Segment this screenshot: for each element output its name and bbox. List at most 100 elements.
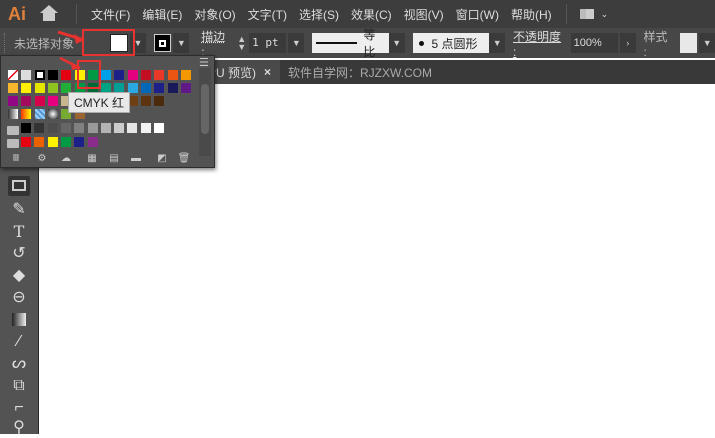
brush-dropdown[interactable]: ▼: [489, 33, 506, 53]
annotation-arrows: [57, 30, 85, 70]
delete-icon[interactable]: 🗑: [177, 153, 191, 164]
variable-width-profile[interactable]: 等比: [312, 28, 389, 59]
swatch[interactable]: [153, 69, 166, 81]
stroke-stepper[interactable]: ▲ ▼: [237, 35, 249, 52]
gray-swatch[interactable]: [33, 122, 46, 134]
stroke-weight-input[interactable]: 1 pt: [249, 33, 287, 53]
menu-select[interactable]: 选择(S): [293, 6, 345, 23]
stroke-label: 描边 :: [201, 29, 226, 59]
swatch[interactable]: [33, 82, 46, 94]
blend-icon[interactable]: ᔕ: [8, 354, 30, 374]
swatch[interactable]: [140, 82, 152, 94]
swatch[interactable]: [126, 69, 139, 81]
zoom-icon[interactable]: ⚲: [8, 418, 30, 438]
gray-swatch[interactable]: [59, 122, 72, 134]
folder-icon[interactable]: ▬: [129, 153, 143, 164]
swatch[interactable]: [140, 95, 152, 107]
new-swatch-icon[interactable]: ◩: [155, 153, 169, 164]
gray-swatch[interactable]: [73, 122, 86, 134]
swatch[interactable]: [20, 82, 33, 94]
close-icon[interactable]: ×: [264, 65, 271, 79]
chevron-down-icon: ⌄: [600, 8, 609, 19]
swatch-tooltip: CMYK 红: [68, 92, 131, 113]
swatch[interactable]: [179, 69, 192, 81]
group-swatch[interactable]: [20, 136, 32, 148]
stroke-weight-dropdown[interactable]: ▼: [288, 33, 305, 53]
swatch-libraries-icon[interactable]: Ⅲ: [9, 153, 23, 164]
shape-builder-icon[interactable]: ⊖: [8, 288, 30, 308]
menu-view[interactable]: 视图(V): [398, 6, 450, 23]
scrollbar-thumb[interactable]: [201, 84, 209, 134]
brush-definition[interactable]: 5 点圆形: [412, 33, 490, 53]
crop-icon[interactable]: ⌐: [8, 398, 30, 418]
gray-swatch[interactable]: [153, 122, 165, 134]
menu-edit[interactable]: 编辑(E): [136, 6, 188, 23]
folder-icon: [7, 126, 19, 135]
group-swatch[interactable]: [59, 136, 72, 148]
rotate-icon[interactable]: ↺: [8, 244, 30, 264]
style-dropdown[interactable]: ▼: [699, 33, 715, 53]
swatch[interactable]: [140, 69, 152, 81]
eraser-icon[interactable]: ◆: [8, 266, 30, 286]
group-swatch[interactable]: [86, 136, 99, 148]
rectangle-tool[interactable]: [8, 176, 30, 196]
stroke-dropdown[interactable]: ▼: [173, 33, 190, 53]
live-paint-icon[interactable]: ⧉: [8, 376, 30, 396]
workspace-switcher[interactable]: ⌄: [578, 8, 609, 20]
swatch[interactable]: [20, 95, 33, 107]
gradient-swatch[interactable]: [7, 108, 19, 120]
menu-window[interactable]: 窗口(W): [450, 6, 505, 23]
opacity-input[interactable]: 100%: [570, 33, 618, 53]
brush-label: 5 点圆形: [431, 36, 478, 51]
profile-dropdown[interactable]: ▼: [388, 33, 405, 53]
menu-type[interactable]: 文字(T): [242, 6, 293, 23]
profile-label: 等比: [363, 28, 376, 59]
eyedropper-icon[interactable]: ⁄: [8, 332, 30, 352]
swatch[interactable]: [46, 82, 59, 94]
gray-swatch[interactable]: [99, 122, 112, 134]
swatch[interactable]: [33, 95, 46, 107]
scrollbar[interactable]: [199, 68, 211, 156]
swatch-kind-icon[interactable]: ⚙: [35, 153, 49, 164]
swatch[interactable]: [7, 82, 19, 94]
gray-swatch[interactable]: [46, 122, 59, 134]
swatch[interactable]: [46, 95, 59, 107]
folder-icon: [7, 139, 19, 148]
gradient-swatch[interactable]: [20, 108, 33, 120]
cloud-icon[interactable]: ☁: [59, 153, 73, 164]
opacity-label[interactable]: 不透明度 :: [513, 28, 567, 59]
gradient-swatch[interactable]: [33, 108, 46, 120]
divider: [565, 4, 567, 24]
stroke-swatch[interactable]: [153, 34, 172, 52]
menu-effect[interactable]: 效果(C): [345, 6, 398, 23]
pattern-swatch[interactable]: [46, 108, 59, 120]
style-swatch[interactable]: [679, 33, 698, 53]
gray-swatch[interactable]: [86, 122, 99, 134]
gradient-icon[interactable]: [8, 310, 30, 330]
tab-label: 软件自学网：RJZXW.COM: [288, 65, 432, 80]
swatch[interactable]: [153, 82, 166, 94]
swatch[interactable]: [153, 95, 166, 107]
tab-watermark[interactable]: 软件自学网：RJZXW.COM: [280, 60, 440, 84]
menu-help[interactable]: 帮助(H): [505, 6, 558, 23]
paintbrush-icon[interactable]: ✎: [8, 200, 30, 220]
swatch[interactable]: [166, 82, 179, 94]
menu-object[interactable]: 对象(O): [188, 6, 241, 23]
gray-swatch[interactable]: [139, 122, 152, 134]
swatch[interactable]: [166, 69, 179, 81]
gray-swatch[interactable]: [126, 122, 139, 134]
new-color-group-icon[interactable]: ▤: [107, 153, 121, 164]
style-label: 样式 :: [643, 29, 668, 59]
swatch[interactable]: [179, 82, 192, 94]
group-swatch[interactable]: [73, 136, 86, 148]
opacity-arrow[interactable]: ›: [619, 33, 636, 53]
gray-swatch[interactable]: [20, 122, 32, 134]
layout-icon: [578, 8, 595, 20]
swatch[interactable]: [7, 95, 19, 107]
tab-label: PU 预览): [208, 65, 257, 80]
type-tool-icon[interactable]: T: [8, 222, 30, 242]
group-swatch[interactable]: [33, 136, 46, 148]
group-swatch[interactable]: [46, 136, 59, 148]
swatch-options-icon[interactable]: ▦: [85, 153, 99, 164]
gray-swatch[interactable]: [113, 122, 126, 134]
